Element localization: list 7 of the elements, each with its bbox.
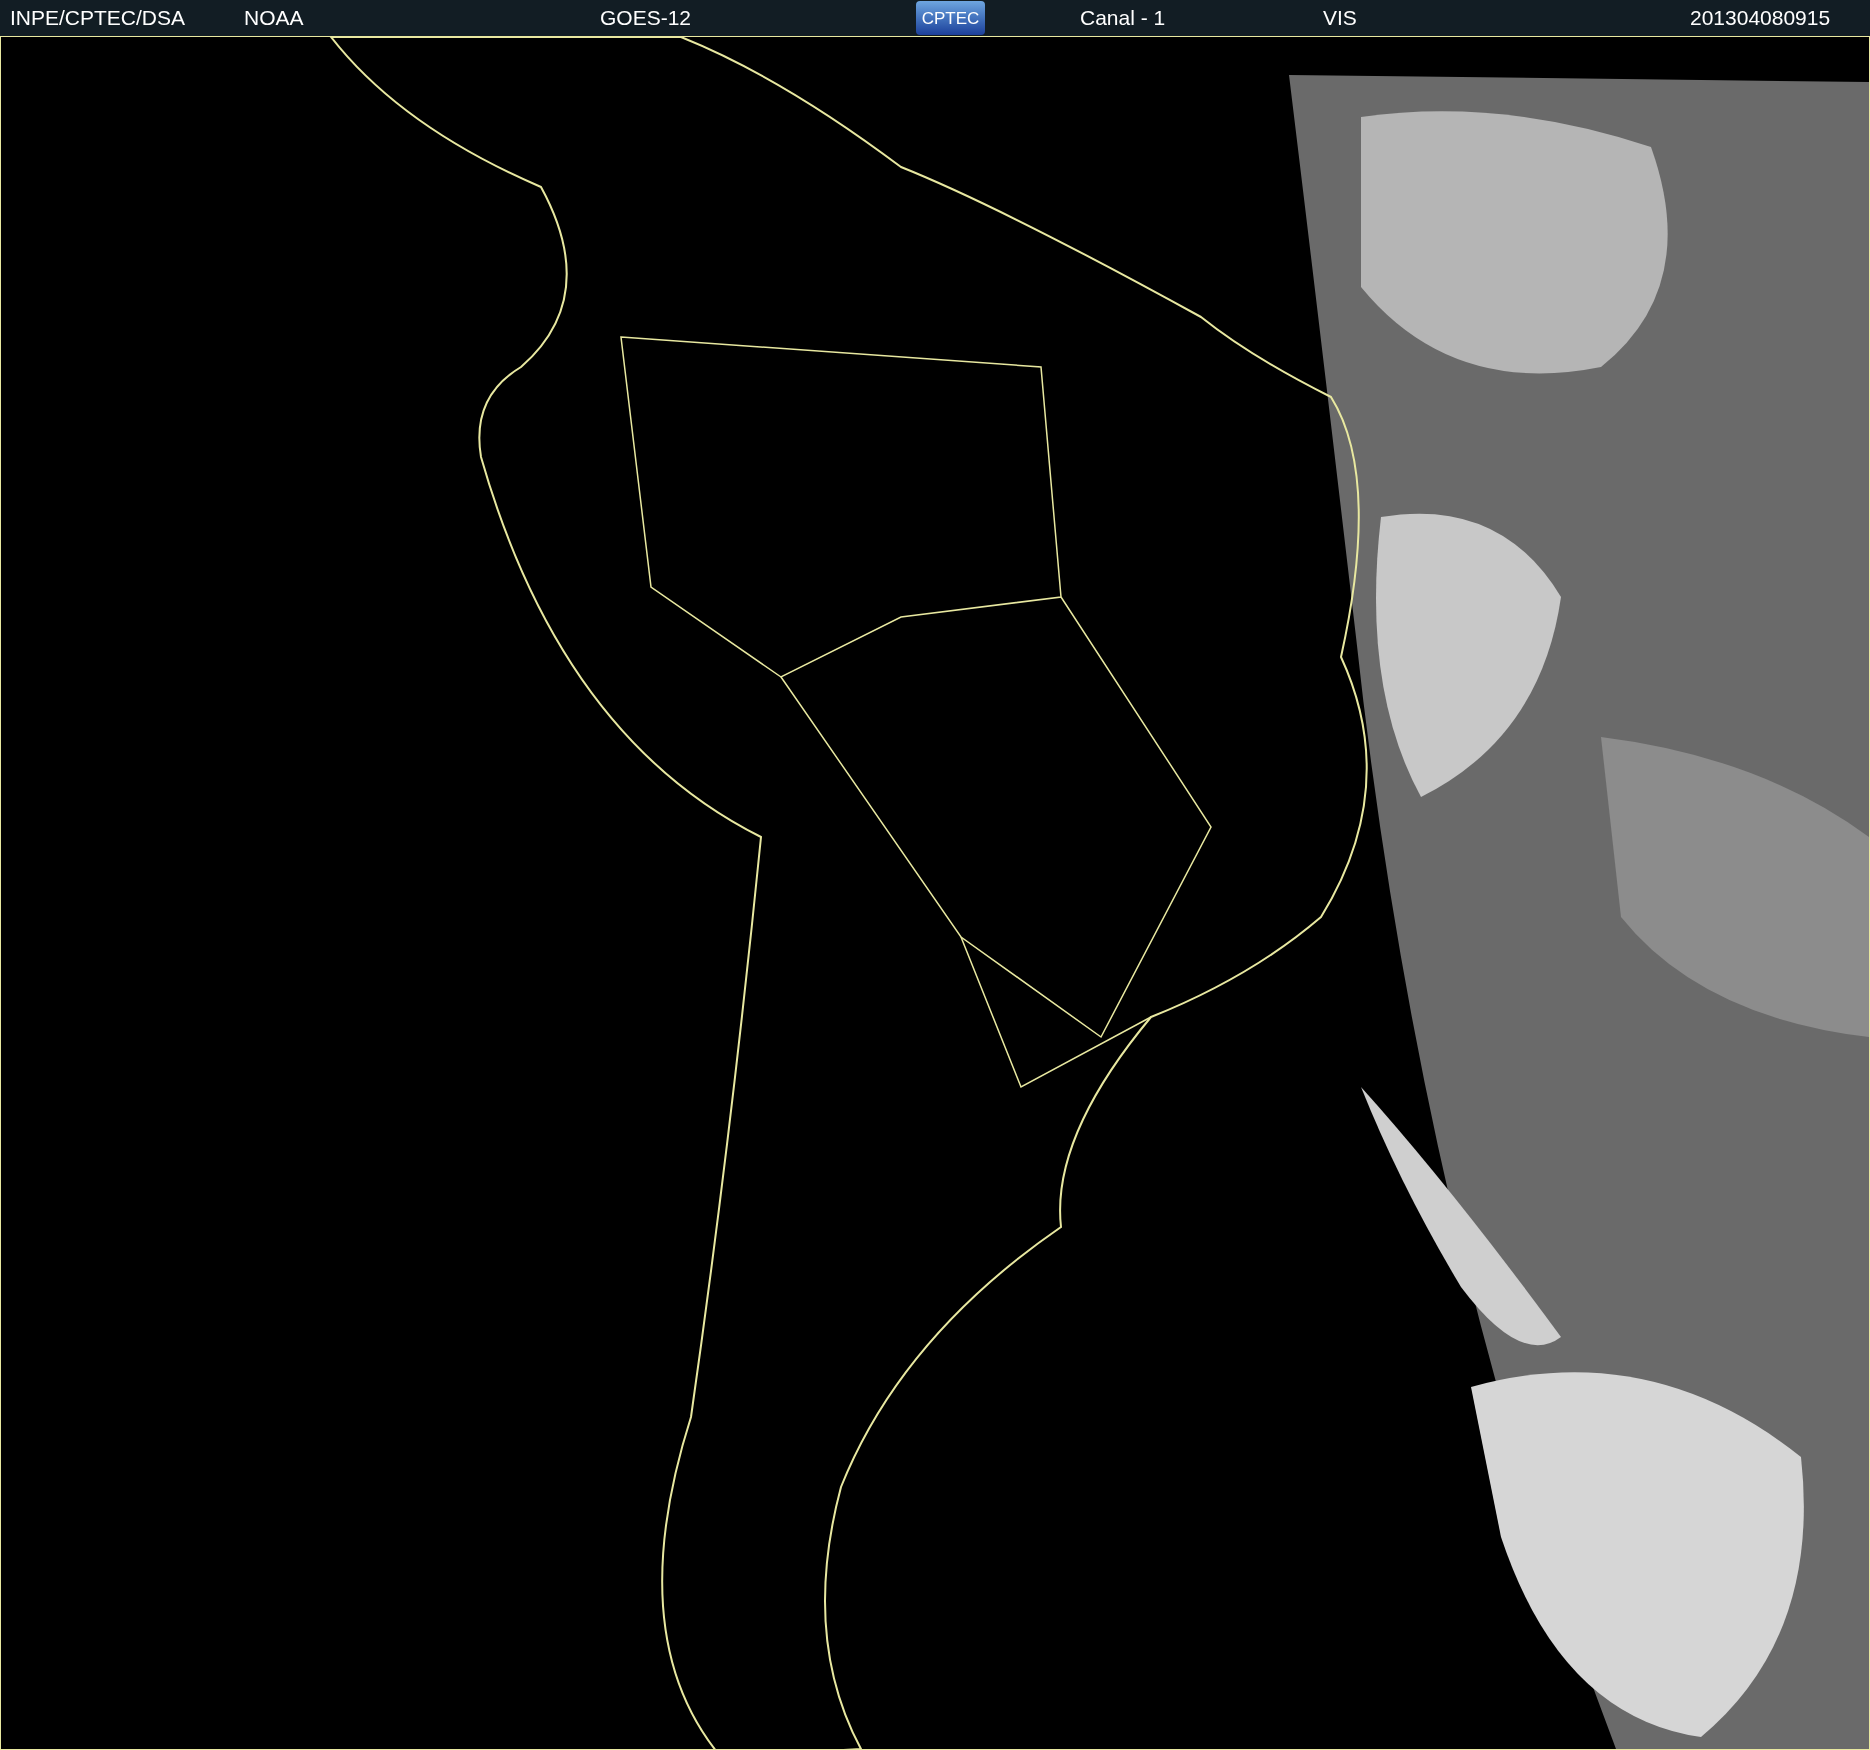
header-label: NOAA [244,5,304,32]
cptec-logo: CPTEC [916,1,985,35]
header-label: 201304080915 [1690,5,1831,32]
header-label: INPE/CPTEC/DSA [10,5,186,32]
header-label: Canal - 1 [1080,5,1166,32]
header-label: VIS [1323,5,1357,32]
header-label: GOES-12 [600,5,692,32]
